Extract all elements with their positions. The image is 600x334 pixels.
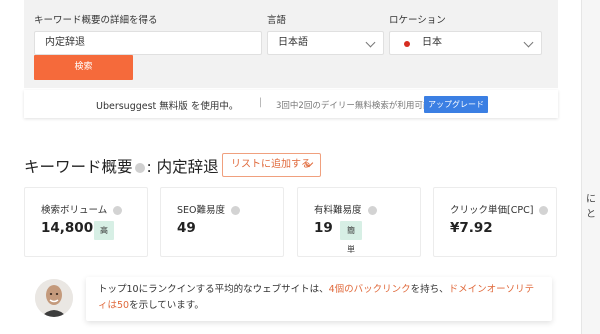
info-icon[interactable] [231,206,241,215]
search-button[interactable]: 検索 [34,55,133,80]
avatar [35,279,73,317]
page-title: キーワード概要 : 内定辞退 [24,155,219,177]
metric-label: 有料難易度 [314,205,362,216]
difficulty-badge: 高 [94,221,114,240]
info-icon[interactable] [113,206,123,215]
overview-title-prefix: キーワード概要 [24,158,133,176]
metric-card-seo-difficulty: SEO難易度 49 [160,187,284,257]
location-label: ロケーション [389,15,446,26]
add-to-list-label: リストに追加する [231,159,311,170]
info-icon[interactable] [367,206,377,215]
metric-label: 検索ボリューム [41,205,108,216]
metric-label: SEO難易度 [177,205,226,216]
keyword-input[interactable]: 内定辞退 [34,31,262,55]
location-select[interactable]: 日本 [389,31,542,55]
info-icon[interactable] [539,206,549,215]
location-value: 日本 [422,37,442,48]
scrollbar[interactable] [581,0,600,334]
tip-text: トップ10にランクインする平均的なウェブサイトは、 [98,284,329,295]
metric-card-search-volume: 検索ボリューム 14,800 高 [24,187,148,257]
metric-value: ¥7.92 [450,220,493,236]
language-value: 日本語 [278,37,308,48]
chevron-down-icon [523,37,534,48]
metric-value: 49 [177,220,196,236]
info-icon[interactable] [134,162,145,173]
tip-text: を持ち、 [410,284,449,295]
language-select[interactable]: 日本語 [267,31,384,55]
backlinks-highlight: 4個のバックリンク [328,284,411,295]
tip-text: を示しています。 [129,300,204,311]
side-text-fragment: にと [586,194,596,220]
free-plan-notice: Ubersuggest 無料版 を使用中。 | 3回中2回のデイリー無料検索が利… [24,90,558,118]
upgrade-button[interactable]: アップグレード [424,96,488,113]
metric-label: クリック単価[CPC] [450,205,534,216]
metric-card-cpc: クリック単価[CPC] ¥7.92 [433,187,557,257]
metric-value: 19 [314,220,333,236]
add-to-list-button[interactable]: リストに追加する [222,153,321,177]
difficulty-badge: 簡単 [340,221,362,254]
metric-card-paid-difficulty: 有料難易度 19 簡単 [297,187,421,257]
metric-value: 14,800 [41,220,94,236]
japan-flag-icon [404,41,410,47]
notice-separator: | [259,97,263,108]
search-form-panel: キーワード概要の詳細を得る 内定辞退 言語 日本語 ロケーション 日本 検索 [24,0,558,88]
free-plan-text: Ubersuggest 無料版 を使用中。 [96,101,239,112]
chevron-down-icon [365,37,376,48]
language-label: 言語 [267,15,287,26]
daily-limit-text: 3回中2回のデイリー無料検索が利用可能 [276,101,432,111]
keyword-label: キーワード概要の詳細を得る [34,15,158,26]
tip-card: トップ10にランクインする平均的なウェブサイトは、4個のバックリンクを持ち、ドメ… [86,277,552,321]
overview-keyword: : 内定辞退 [146,158,219,176]
